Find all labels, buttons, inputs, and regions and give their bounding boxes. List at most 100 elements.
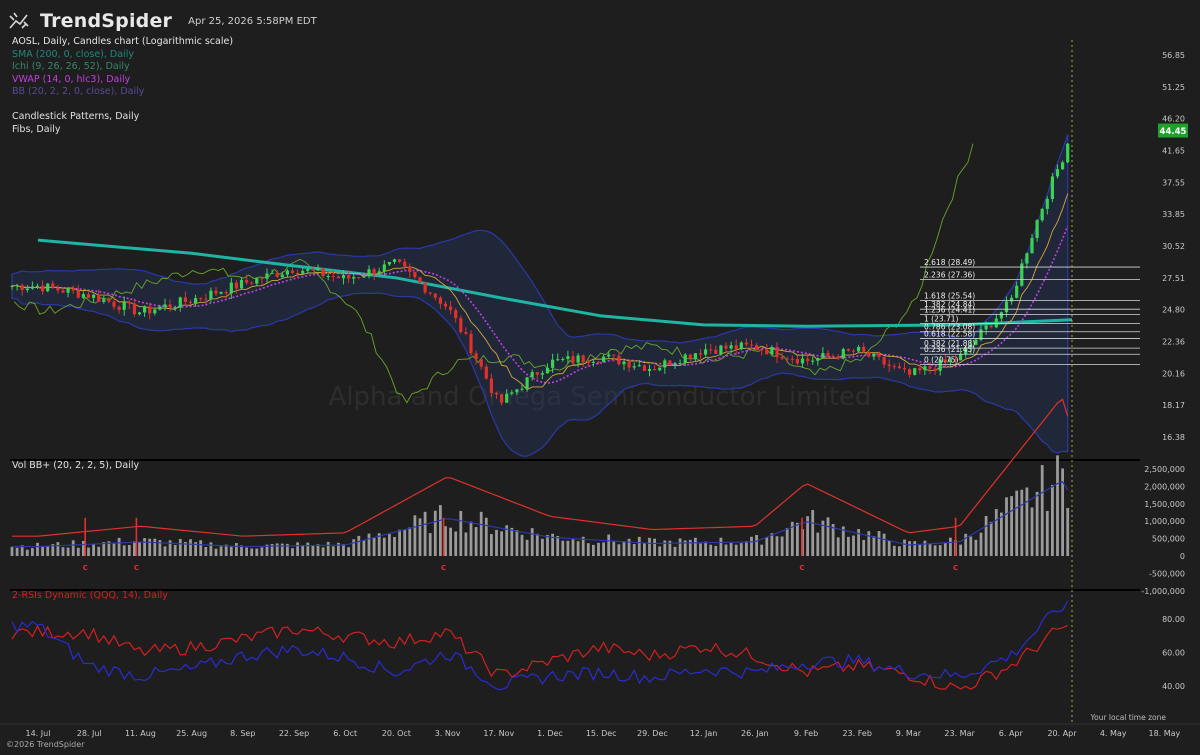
price-tick-label: 37.55 [1162,178,1185,187]
candle-body [755,345,759,350]
volume-bar [454,531,458,556]
price-tick-label: 41.65 [1162,147,1185,156]
candle-body [214,290,218,294]
candle-body [525,377,529,389]
date-tick-label: 6. Oct [333,729,357,738]
brand-name: TrendSpider [40,10,173,32]
candle-body [540,373,544,375]
candle-body [1040,208,1044,221]
volume-bar [388,533,391,556]
rsi-tick-label: 40.00 [1162,682,1185,691]
volume-bar [291,548,294,556]
candle-body [999,312,1003,319]
legend-vwap[interactable]: VWAP (14, 0, hlc3), Daily [12,74,233,87]
volume-bar [367,533,371,556]
legend-bb[interactable]: BB (20, 2, 2, 0, close), Daily [12,86,233,99]
volume-bar [561,540,565,556]
date-tick-label: 23. Mar [944,729,975,738]
fib-level-label: 0.236 (21.45) [924,345,975,354]
candle-body [413,271,417,278]
volume-bar [229,546,233,556]
date-tick-label: 8. Sep [230,729,255,738]
volume-bar [1066,508,1070,556]
volume-bar [826,517,830,556]
candle-body [857,346,861,352]
volume-tick-label: 2,000,000 [1144,482,1185,491]
candle-body [688,354,692,359]
volume-bar [301,545,305,556]
price-tick-label: 30.52 [1162,242,1185,251]
volume-bar [25,549,29,556]
fib-level-label: 0.618 (22.58) [924,329,975,338]
candle-body [341,275,346,279]
candle-body [530,372,534,378]
volume-bar [602,542,605,556]
volume-bar [867,531,871,556]
volume-legend[interactable]: Vol BB+ (20, 2, 2, 5), Daily [12,460,139,473]
legend-main[interactable]: AOSL, Daily, Candles chart (Logarithmic … [12,36,233,49]
candle-body [403,261,407,267]
volume-bar [556,536,560,556]
volume-bar [97,546,101,556]
volume-bar [362,540,366,556]
date-tick-label: 20. Oct [382,729,411,738]
volume-bar [66,547,70,556]
candle-body [719,345,723,354]
volume-bar [694,537,697,556]
volume-bar [428,533,432,556]
volume-tick-label: 2,500,000 [1144,465,1185,474]
volume-bar [571,539,575,556]
candle-body [408,266,412,272]
candle-body [66,288,70,293]
candle-body [693,353,697,359]
candle-body [642,365,646,371]
candle-body [571,356,575,363]
candle-body [173,307,177,309]
volume-bar [449,527,452,556]
candle-body [775,347,779,358]
volume-bar [1000,512,1003,556]
legend-sma[interactable]: SMA (200, 0, close), Daily [12,49,233,62]
price-tick-label: 24.80 [1162,306,1185,315]
volume-bar [530,528,534,556]
volume-bar [245,547,248,556]
candle-body [10,285,14,287]
volume-bar [938,545,942,556]
candle-body [234,282,238,289]
legend-candle-patterns[interactable]: Candlestick Patterns, Daily [12,111,233,124]
candle-body [1061,162,1065,170]
volume-bar [510,527,514,556]
volume-bar [459,510,463,556]
date-tick-label: 25. Aug [176,729,207,738]
candle-body [510,392,514,394]
candle-body [653,369,657,371]
legend-fibs[interactable]: Fibs, Daily [12,124,233,137]
candle-body [1030,238,1034,254]
legend-ichi[interactable]: Ichi (9, 26, 26, 52), Daily [12,61,233,74]
volume-bar [785,528,789,556]
volume-tick-label: -500,000 [1149,569,1185,578]
candle-body [117,306,121,310]
candle-body [301,270,305,274]
candle-body [882,356,886,365]
volume-bar [1051,484,1054,556]
candle-body [428,292,432,294]
volume-bar [71,540,75,556]
rsi-legend[interactable]: 2-RSIs Dynamic (QQQ, 14), Daily [12,590,168,603]
volume-bar [760,544,764,556]
volume-bar [719,537,723,556]
candle-body [902,368,907,370]
date-tick-label: 26. Jan [741,729,769,738]
candle-body [188,301,193,304]
pattern-marker-c: C [441,564,446,572]
volume-bar [770,533,774,556]
candle-body [46,283,50,292]
volume-bar [444,526,447,556]
volume-bar [1030,507,1034,556]
candle-body [229,282,233,294]
volume-tick-label: 1,500,000 [1144,500,1185,509]
volume-bar [439,505,442,556]
volume-bar [138,542,141,556]
volume-bar [632,544,636,556]
candle-body [836,356,840,359]
